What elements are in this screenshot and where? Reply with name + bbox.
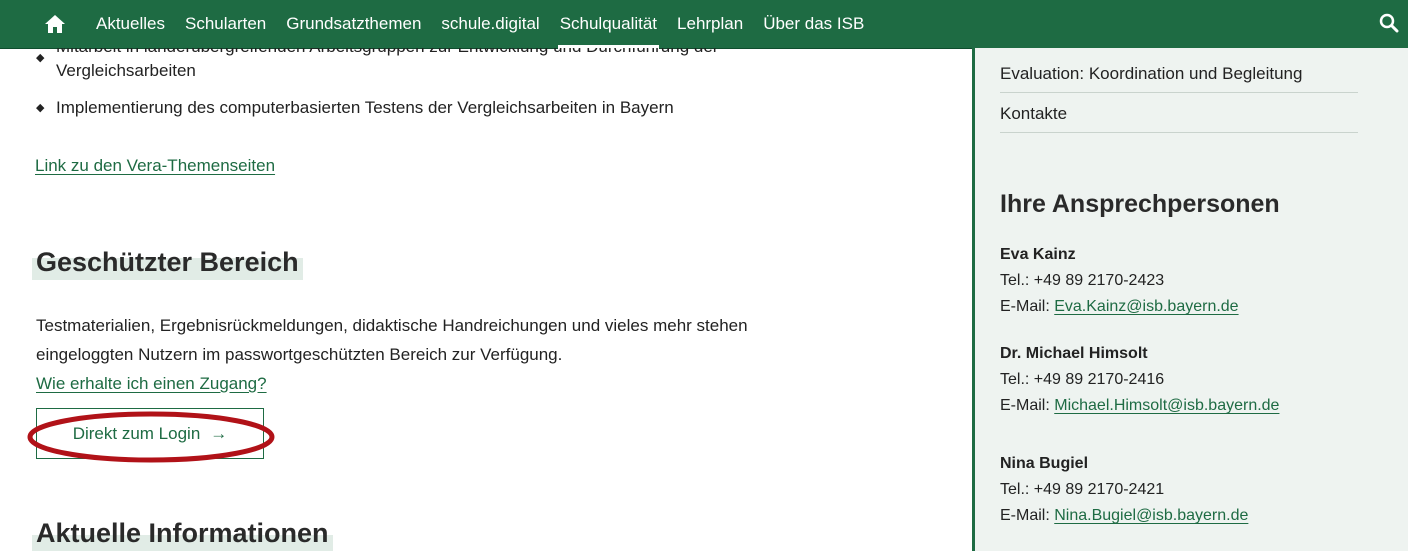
nav-item-ueber-das-isb[interactable]: Über das ISB (763, 0, 864, 48)
email-prefix: E-Mail: (1000, 507, 1055, 524)
contact-email-row: E-Mail: Michael.Himsolt@isb.bayern.de (1000, 393, 1279, 419)
contact-card: Nina Bugiel Tel.: +49 89 2170-2421 E-Mai… (1000, 451, 1248, 529)
bullet-icon: ◆ (36, 52, 45, 64)
top-navigation: Aktuelles Schularten Grundsatzthemen sch… (0, 0, 1408, 49)
search-icon[interactable] (1378, 12, 1400, 34)
protected-text-1: Testmaterialien, Ergebnisrückmeldungen, … (36, 316, 748, 335)
nav-item-schularten[interactable]: Schularten (185, 0, 266, 48)
nav-item-schule-digital[interactable]: schule.digital (441, 0, 539, 48)
sidebar-link-evaluation[interactable]: Evaluation: Koordination und Begleitung (1000, 56, 1358, 93)
bullet-text: Implementierung des computerbasierten Te… (56, 98, 674, 117)
contact-card: Eva Kainz Tel.: +49 89 2170-2423 E-Mail:… (1000, 242, 1239, 320)
contacts-heading: Ihre Ansprechpersonen (1000, 190, 1280, 218)
news-heading: Aktuelle Informationen (32, 518, 337, 551)
home-icon[interactable] (44, 14, 66, 34)
login-button-label: Direkt zum Login (72, 423, 201, 443)
main-content: ◆ Mitarbeit in länderübergreifenden Arbe… (0, 48, 960, 551)
sidebar-link-kontakte[interactable]: Kontakte (1000, 96, 1358, 133)
contact-email-row: E-Mail: Eva.Kainz@isb.bayern.de (1000, 294, 1239, 320)
sidebar: Evaluation: Koordination und Begleitung … (972, 48, 1408, 551)
protected-heading: Geschützter Bereich (32, 247, 307, 280)
protected-text-2: eingeloggten Nutzern im passwortgeschütz… (36, 345, 563, 364)
nav-items: Aktuelles Schularten Grundsatzthemen sch… (96, 0, 884, 49)
arrow-right-icon: → (210, 423, 228, 443)
contact-email-link[interactable]: Michael.Himsolt@isb.bayern.de (1054, 397, 1279, 414)
contact-email-link[interactable]: Nina.Bugiel@isb.bayern.de (1054, 507, 1248, 524)
contact-phone: Tel.: +49 89 2170-2416 (1000, 371, 1165, 388)
list-item: ◆ Implementierung des computerbasierten … (36, 94, 718, 122)
vera-link[interactable]: Link zu den Vera-Themenseiten (35, 156, 275, 176)
list-item: ◆ Mitarbeit in länderübergreifenden Arbe… (36, 48, 718, 85)
bullet-text-continued: Vergleichsarbeiten (56, 61, 196, 80)
contact-name: Dr. Michael Himsolt (1000, 345, 1148, 362)
contact-name: Eva Kainz (1000, 246, 1076, 263)
nav-item-aktuelles[interactable]: Aktuelles (96, 0, 165, 48)
contact-email-link[interactable]: Eva.Kainz@isb.bayern.de (1054, 298, 1238, 315)
contact-name: Nina Bugiel (1000, 455, 1089, 472)
contact-phone: Tel.: +49 89 2170-2423 (1000, 272, 1165, 289)
email-prefix: E-Mail: (1000, 298, 1055, 315)
news-heading-text: Aktuelle Informationen (36, 518, 329, 548)
login-button[interactable]: Direkt zum Login → (36, 408, 264, 459)
bullet-list: ◆ Mitarbeit in länderübergreifenden Arbe… (36, 48, 718, 122)
access-link[interactable]: Wie erhalte ich einen Zugang? (36, 370, 267, 398)
protected-heading-text: Geschützter Bereich (36, 247, 299, 277)
nav-item-schulqualitaet[interactable]: Schulqualität (557, 0, 660, 49)
nav-item-grundsatzthemen[interactable]: Grundsatzthemen (286, 0, 421, 48)
contact-phone: Tel.: +49 89 2170-2421 (1000, 481, 1165, 498)
nav-item-lehrplan[interactable]: Lehrplan (677, 0, 743, 48)
contact-card: Dr. Michael Himsolt Tel.: +49 89 2170-24… (1000, 341, 1279, 419)
email-prefix: E-Mail: (1000, 397, 1055, 414)
bullet-icon: ◆ (36, 102, 45, 114)
contact-email-row: E-Mail: Nina.Bugiel@isb.bayern.de (1000, 503, 1248, 529)
